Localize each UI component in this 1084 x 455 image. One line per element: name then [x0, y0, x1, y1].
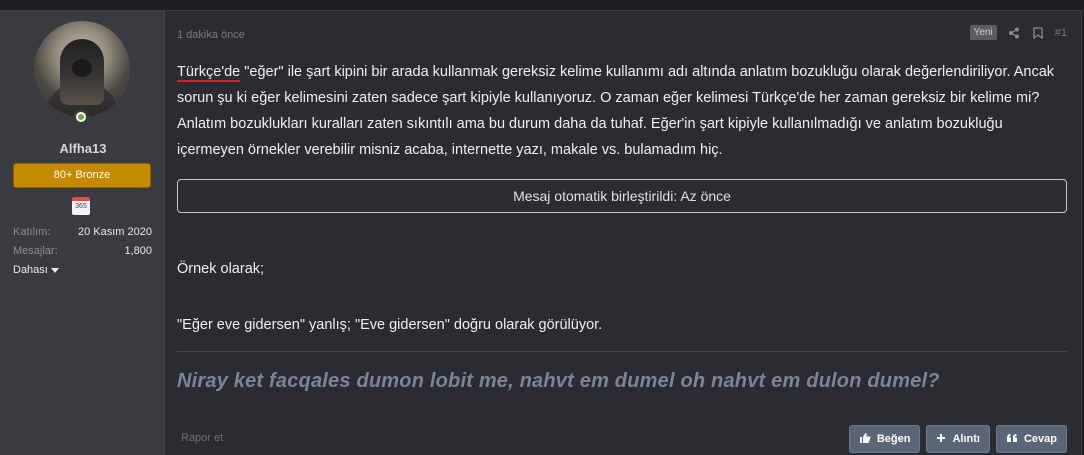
- reply-button[interactable]: Cevap: [995, 425, 1067, 453]
- calendar-icon: 365: [72, 197, 90, 215]
- post-actions: Beğen Alıntı Cevap: [848, 425, 1067, 453]
- plus-icon: [936, 433, 946, 446]
- post-number[interactable]: #1: [1055, 27, 1067, 39]
- user-title-badge: 80+ Bronze: [13, 163, 151, 188]
- chevron-down-icon: [50, 267, 59, 273]
- post-paragraph-1: "eğer" ile şart kipini bir arada kullanm…: [177, 64, 1055, 158]
- messages-value: 1,800: [124, 245, 152, 257]
- like-button[interactable]: Beğen: [848, 425, 921, 453]
- underlined-word: Türkçe'de: [177, 64, 241, 80]
- report-link[interactable]: Rapor et: [181, 432, 223, 444]
- post-paragraph-2: Örnek olarak;: [177, 261, 265, 277]
- more-toggle[interactable]: Dahası: [13, 264, 59, 276]
- avatar[interactable]: [34, 21, 130, 117]
- signature: Niray ket facqales dumon lobit me, nahvt…: [177, 370, 940, 392]
- messages-label: Mesajlar:: [13, 245, 58, 257]
- joined-value: 20 Kasım 2020: [78, 226, 152, 238]
- post-header-actions: Yeni #1: [969, 25, 1067, 40]
- post-time[interactable]: 1 dakika önce: [177, 29, 245, 41]
- signature-divider: [177, 351, 1067, 352]
- username[interactable]: Alfha13: [1, 141, 165, 156]
- like-icon: [859, 432, 871, 447]
- quote-button[interactable]: Alıntı: [926, 425, 990, 453]
- post-container: Alfha13 80+ Bronze 365 Katılım: 20 Kasım…: [0, 10, 1082, 455]
- like-label: Beğen: [876, 433, 911, 445]
- messages-stat: Mesajlar: 1,800: [13, 245, 152, 257]
- online-status-icon: [73, 109, 89, 125]
- joined-stat: Katılım: 20 Kasım 2020: [13, 226, 152, 238]
- new-badge: Yeni: [969, 25, 997, 40]
- share-icon[interactable]: [1007, 26, 1021, 40]
- more-label: Dahası: [13, 264, 48, 276]
- reply-label: Cevap: [1023, 433, 1057, 445]
- joined-label: Katılım:: [13, 226, 51, 238]
- post-main: 1 dakika önce Yeni #1 Türkçe'de "eğer" i…: [165, 11, 1081, 455]
- merged-notice: Mesaj otomatik birleştirildi: Az önce: [177, 179, 1067, 213]
- bookmark-icon[interactable]: [1031, 26, 1045, 40]
- post-paragraph-3: "Eğer eve gidersen" yanlış; "Eve giderse…: [177, 317, 603, 333]
- quote-icon: [1006, 433, 1018, 446]
- post-body: Türkçe'de "eğer" ile şart kipini bir ara…: [177, 59, 1067, 163]
- user-sidebar: Alfha13 80+ Bronze 365 Katılım: 20 Kasım…: [1, 11, 165, 455]
- quote-label: Alıntı: [952, 433, 980, 445]
